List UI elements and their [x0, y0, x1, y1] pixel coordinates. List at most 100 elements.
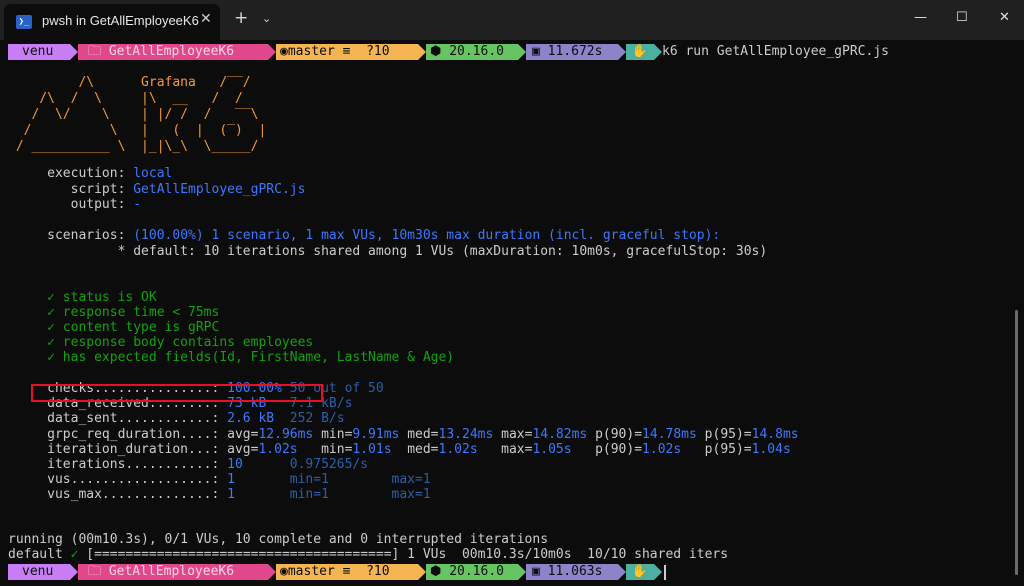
default-label: default — [8, 547, 71, 562]
terminal-output[interactable]: venu 🗀 GetAllEmployeeK6 ◉master ≡ ?10 ⬢ … — [8, 41, 1008, 581]
prompt-git-branch: ◉master ≡ ?10 — [276, 44, 418, 60]
script-value: GetAllEmployee_gPRC.js — [133, 182, 306, 197]
highlight-box — [31, 384, 323, 402]
folder-icon: 🗀 — [88, 564, 109, 579]
exec-time-label: 11.672s — [547, 44, 603, 59]
exec-time-label: 11.063s — [547, 564, 603, 579]
git-branch-label: master ≡ ?10 — [287, 44, 390, 59]
output-value: - — [133, 197, 142, 212]
new-tab-button[interactable]: + — [234, 9, 248, 27]
k6-logo-line: /\ Grafana /‾‾/ — [8, 75, 251, 90]
progress-line: default ✓ [=============================… — [8, 547, 728, 563]
segment-separator — [268, 564, 276, 580]
metric-rate: min=1 max=1 — [281, 487, 431, 502]
segment-separator — [654, 44, 662, 60]
segment-separator — [418, 564, 426, 580]
script-label: script: — [8, 182, 134, 197]
node-icon: ⬢ — [430, 564, 450, 579]
metric-iteration-duration: iteration_duration...: avg=1.02s min=1.0… — [8, 442, 791, 458]
minimize-button[interactable]: — — [914, 10, 927, 25]
segment-separator — [518, 44, 526, 60]
segment-separator — [70, 564, 78, 580]
scenarios-label: scenarios: — [8, 228, 134, 243]
progress-bar: [======================================]… — [78, 547, 729, 562]
stat-value: 14.78ms — [642, 427, 697, 442]
check-item: ✓ response body contains employees — [8, 335, 314, 350]
stat-label: max= — [493, 442, 533, 457]
node-icon: ⬢ — [430, 44, 450, 59]
scrollbar[interactable] — [1015, 310, 1018, 575]
terminal-window: ❯_ pwsh in GetAllEmployeeK6 ✕ + ⌄ — ☐ ✕ … — [0, 0, 1024, 586]
prompt-node-version: ⬢ 20.16.0 — [426, 44, 518, 60]
github-icon: ◉ — [280, 44, 288, 59]
stat-value: 1.04s — [751, 442, 791, 457]
scenarios-value: (100.00%) 1 scenario, 1 max VUs, 10m30s … — [133, 228, 721, 243]
stat-label: med= — [399, 427, 439, 442]
segment-separator — [654, 564, 662, 580]
metric-rate: 252 B/s — [281, 411, 345, 426]
stat-label: min= — [313, 442, 353, 457]
execution-label: execution: — [8, 166, 134, 181]
prompt-folder-label: GetAllEmployeeK6 — [108, 564, 235, 579]
metric-name: grpc_req_duration....: — [8, 427, 228, 442]
stat-value: 14.8ms — [751, 427, 799, 442]
stat-label: p(90)= — [587, 442, 643, 457]
clock-icon: ▣ — [532, 564, 548, 579]
metric-value: 1 — [227, 472, 282, 487]
segment-separator — [70, 44, 78, 60]
stat-value: 9.91ms — [352, 427, 400, 442]
node-version-label: 20.16.0 — [449, 564, 504, 579]
chevron-down-icon[interactable]: ⌄ — [262, 12, 271, 25]
metric-rate: 0.975265/s — [281, 457, 369, 472]
segment-separator — [268, 44, 276, 60]
metric-name: vus..................: — [8, 472, 228, 487]
prompt-git-branch: ◉master ≡ ?10 — [276, 564, 418, 580]
check-item: ✓ content type is gRPC — [8, 320, 220, 335]
metric-value: 2.6 kB — [227, 411, 282, 426]
metric-grpc-req-duration: grpc_req_duration....: avg=12.96ms min=9… — [8, 427, 799, 443]
tab-title: pwsh in GetAllEmployeeK6 — [42, 13, 199, 28]
stat-value: 12.96ms — [258, 427, 314, 442]
output-line: output: - — [8, 197, 141, 213]
close-window-button[interactable]: ✕ — [999, 10, 1010, 25]
execution-line: execution: local — [8, 166, 172, 182]
stat-value: 1.05s — [532, 442, 588, 457]
folder-icon: 🗀 — [88, 44, 109, 59]
metric-iterations: iterations...........: 10 0.975265/s — [8, 457, 368, 473]
stat-label: avg= — [227, 427, 259, 442]
segment-separator — [518, 564, 526, 580]
output-label: output: — [8, 197, 134, 212]
stat-value: 1.01s — [352, 442, 400, 457]
tab-pwsh[interactable]: ❯_ pwsh in GetAllEmployeeK6 ✕ — [4, 4, 220, 40]
metric-value: 1 — [227, 487, 282, 502]
metric-name: vus_max..............: — [8, 487, 228, 502]
scenarios-line: scenarios: (100.00%) 1 scenario, 1 max V… — [8, 228, 720, 244]
running-summary: running (00m10.3s), 0/1 VUs, 10 complete… — [8, 532, 549, 547]
stat-value: 14.82ms — [532, 427, 588, 442]
close-tab-icon[interactable]: ✕ — [200, 11, 212, 27]
powershell-icon: ❯_ — [16, 15, 32, 29]
stat-label: min= — [313, 427, 353, 442]
title-bar: ❯_ pwsh in GetAllEmployeeK6 ✕ + ⌄ — ☐ ✕ — [0, 0, 1024, 40]
metric-value: 10 — [227, 457, 282, 472]
metric-vus-max: vus_max..............: 1 min=1 max=1 — [8, 487, 431, 503]
hand-icon: ✋ — [626, 44, 654, 60]
git-branch-label: master ≡ ?10 — [287, 564, 390, 579]
node-version-label: 20.16.0 — [449, 44, 504, 59]
default-scenario-line: * default: 10 iterations shared among 1 … — [8, 244, 768, 259]
prompt-exec-time: ▣ 11.672s — [526, 44, 618, 60]
stat-label: avg= — [227, 442, 259, 457]
script-line: script: GetAllEmployee_gPRC.js — [8, 182, 306, 198]
metric-name: iteration_duration...: — [8, 442, 228, 457]
k6-logo-line: / __________ \ |_|\_\ \_____/ — [8, 139, 259, 154]
stat-label: p(95)= — [696, 427, 752, 442]
metric-rate: min=1 max=1 — [281, 472, 431, 487]
execution-value: local — [133, 166, 173, 181]
segment-separator — [618, 564, 626, 580]
metric-name: iterations...........: — [8, 457, 228, 472]
prompt-user: venu — [8, 564, 70, 580]
stat-value: 1.02s — [438, 442, 494, 457]
clock-icon: ▣ — [532, 44, 548, 59]
metric-data-sent: data_sent............: 2.6 kB 252 B/s — [8, 411, 345, 427]
maximize-button[interactable]: ☐ — [956, 10, 968, 25]
